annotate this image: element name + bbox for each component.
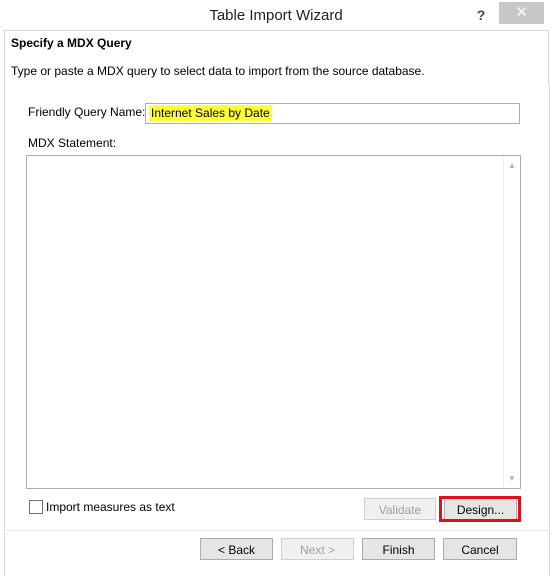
close-button[interactable]: ✕ (499, 2, 544, 24)
step-title: Specify a MDX Query (11, 36, 132, 50)
finish-button[interactable]: Finish (362, 538, 435, 560)
footer-divider (4, 530, 548, 531)
mdx-statement-label: MDX Statement: (28, 136, 117, 150)
step-description: Type or paste a MDX query to select data… (11, 64, 425, 78)
validate-button[interactable]: Validate (364, 498, 436, 520)
next-button[interactable]: Next > (281, 538, 354, 560)
help-button[interactable]: ? (468, 4, 494, 26)
friendly-name-label: Friendly Query Name: (28, 105, 146, 119)
mdx-statement-textarea[interactable]: ▲ ▼ (26, 155, 521, 489)
import-measures-checkbox[interactable] (29, 500, 43, 514)
scroll-up-icon[interactable]: ▲ (508, 161, 516, 170)
import-measures-label[interactable]: Import measures as text (46, 500, 175, 514)
cancel-button[interactable]: Cancel (443, 538, 517, 560)
friendly-name-input[interactable]: Internet Sales by Date (145, 103, 520, 124)
design-highlight-box (439, 496, 521, 522)
friendly-name-value: Internet Sales by Date (149, 105, 272, 121)
mdx-scrollbar[interactable]: ▲ ▼ (503, 156, 520, 488)
scroll-down-icon[interactable]: ▼ (508, 474, 516, 483)
wizard-header: Specify a MDX Query Type or paste a MDX … (4, 30, 549, 87)
title-bar: Table Import Wizard ? ✕ (0, 0, 552, 30)
window-bottom-edge (0, 576, 552, 588)
back-button[interactable]: < Back (200, 538, 273, 560)
